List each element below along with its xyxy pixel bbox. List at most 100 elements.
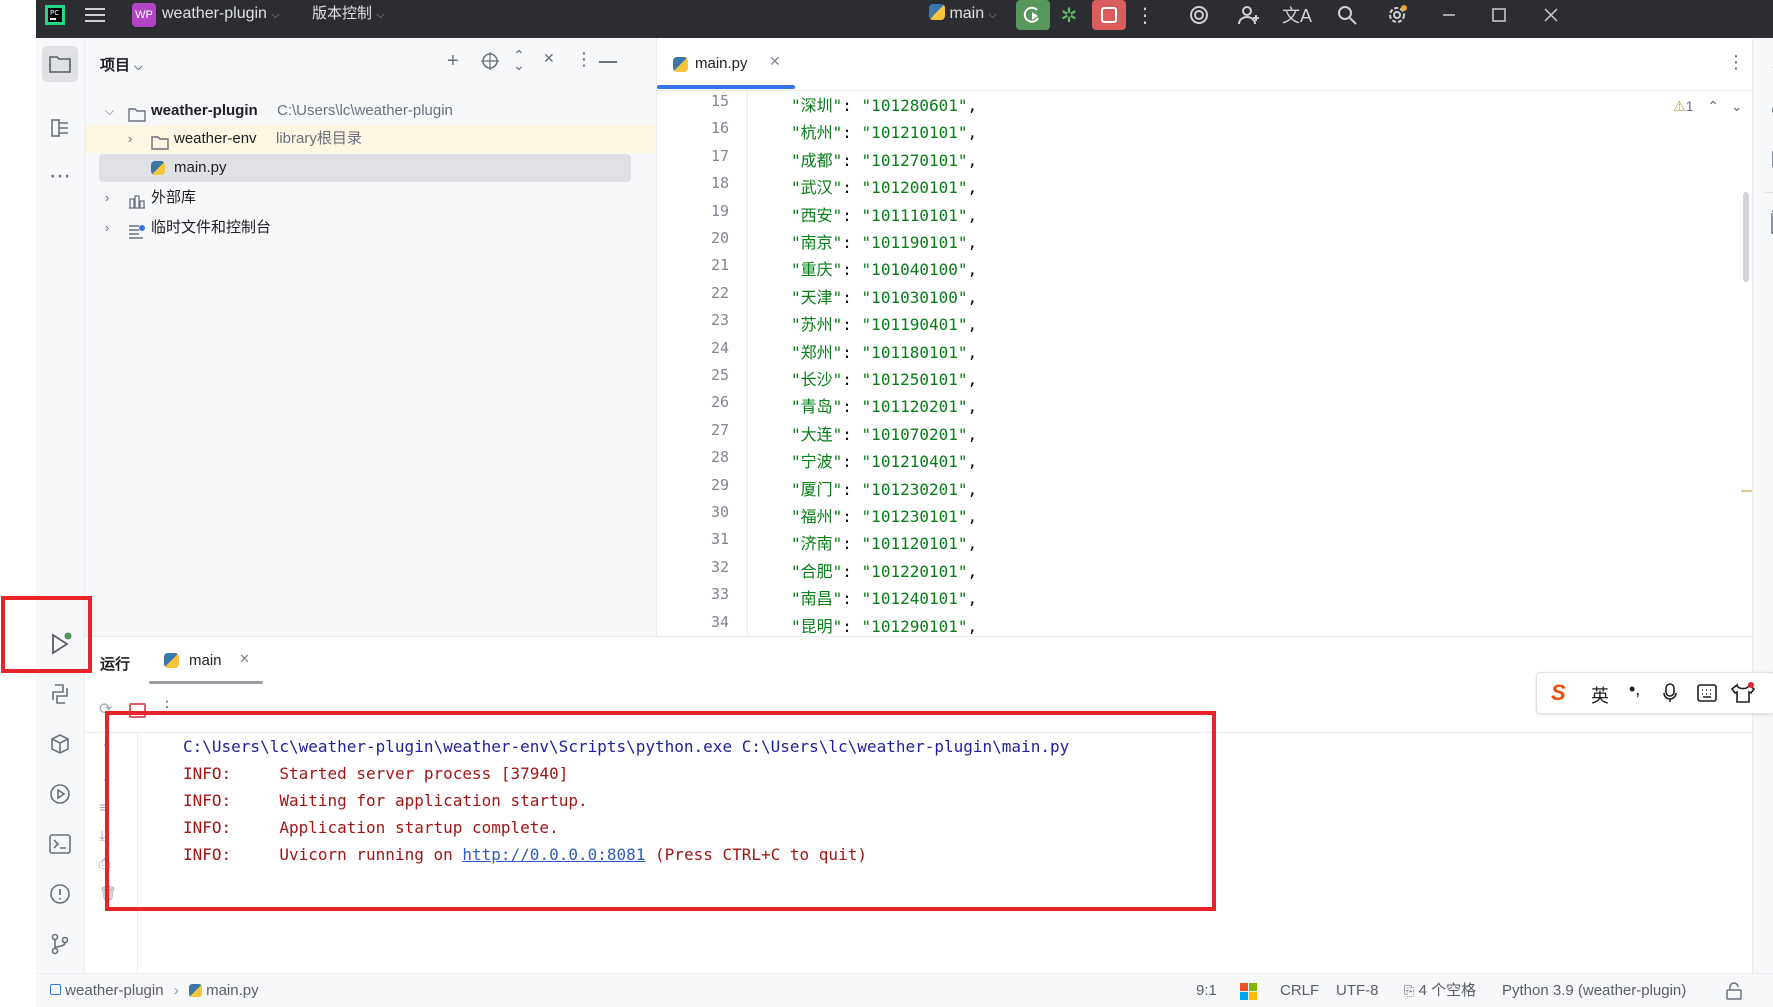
code-line[interactable]: "西安": "101110101", — [791, 202, 977, 226]
python-console-button[interactable] — [42, 676, 78, 712]
tree-row-env[interactable]: › weather-env library根目录 — [85, 125, 691, 153]
line-separator[interactable]: CRLF — [1280, 974, 1319, 1007]
python-interpreter[interactable]: Python 3.9 (weather-plugin) — [1502, 974, 1686, 1007]
colon-punct: : — [842, 397, 862, 417]
ime-language-toggle[interactable]: 英 — [1591, 682, 1609, 708]
ai-assistant-icon[interactable] — [1184, 0, 1214, 30]
indent-setting[interactable]: ⎘ 4 个空格 — [1404, 974, 1476, 1007]
more-tools-icon[interactable]: ⋯ — [42, 158, 78, 194]
code-line[interactable]: "昆明": "101290101", — [791, 613, 977, 636]
services-button[interactable] — [42, 776, 78, 812]
tree-row-scratches[interactable]: › 临时文件和控制台 — [85, 214, 691, 242]
code-line[interactable]: "郑州": "101180101", — [791, 339, 977, 363]
new-file-icon[interactable]: + — [447, 50, 459, 73]
debug-icon[interactable]: ✲ — [1054, 0, 1084, 30]
code-line[interactable]: "合肥": "101220101", — [791, 558, 977, 582]
project-switcher[interactable]: weather-plugin ⌵ — [162, 0, 280, 38]
problems-button[interactable] — [42, 876, 78, 912]
title-bar: PC WP weather-plugin ⌵ 版本控制 ⌵ main ⌵ ✲ ⋮… — [36, 0, 1773, 38]
code-line[interactable]: "武汉": "101200101", — [791, 174, 977, 198]
dict-key: "重庆" — [791, 260, 843, 280]
dict-key: "合肥" — [791, 561, 843, 581]
chevron-right-icon: › — [173, 982, 179, 999]
git-button[interactable] — [42, 926, 78, 962]
add-user-icon[interactable] — [1234, 0, 1264, 30]
line-number: 15 — [710, 92, 729, 110]
search-icon[interactable] — [1332, 0, 1362, 30]
keyboard-icon[interactable] — [1697, 684, 1717, 706]
code-line[interactable]: "福州": "101230101", — [791, 503, 977, 527]
dict-key: "成都" — [791, 150, 843, 170]
chevron-down-icon[interactable]: ⌄ — [1731, 98, 1743, 114]
close-tab-icon[interactable]: ✕ — [239, 651, 250, 667]
code-line[interactable]: "大连": "101070201", — [791, 421, 977, 445]
close-tab-icon[interactable]: ✕ — [769, 53, 781, 70]
dict-value: "101210401" — [861, 452, 968, 472]
code-line[interactable]: "青岛": "101120201", — [791, 393, 977, 417]
project-badge[interactable]: WP — [132, 3, 156, 27]
project-tool-button[interactable] — [42, 46, 78, 82]
expand-all-icon[interactable]: ⌃ ⌄ — [513, 48, 525, 72]
code-line[interactable]: "苏州": "101190401", — [791, 311, 977, 335]
code-line[interactable]: "成都": "101270101", — [791, 147, 977, 171]
tree-row-root[interactable]: ⌵ weather-plugin C:\Users\lc\weather-plu… — [85, 97, 691, 125]
chevron-up-icon[interactable]: ⌃ — [1707, 98, 1719, 114]
problems-icon — [50, 884, 70, 904]
caret-position[interactable]: 9:1 — [1196, 974, 1217, 1007]
more-vertical-icon[interactable]: ⋮ — [575, 49, 593, 70]
code-area[interactable]: 15 "深圳": "101280601", 16 "杭州": "101210101",… — [657, 90, 1753, 636]
editor-panel: main.py ✕ ⋮ 15 "深圳": "101280601", 16 "杭州": … — [656, 38, 1755, 636]
tree-row-main-py[interactable]: main.py — [99, 154, 631, 182]
env-folder-hint: library根目录 — [276, 130, 362, 147]
code-line[interactable]: "长沙": "101250101", — [791, 366, 977, 390]
code-line[interactable]: "南京": "101190101", — [791, 229, 977, 253]
more-vertical-icon[interactable]: ⋮ — [1130, 0, 1160, 30]
main-menu-icon[interactable] — [80, 0, 110, 30]
hide-panel-icon[interactable] — [599, 61, 617, 63]
microphone-icon[interactable] — [1663, 683, 1677, 707]
run-config-selector[interactable]: main ⌵ — [929, 0, 997, 38]
stop-button[interactable] — [1092, 0, 1126, 30]
locate-file-icon[interactable] — [481, 52, 499, 74]
code-line[interactable]: "杭州": "101210101", — [791, 119, 977, 143]
structure-tool-button[interactable] — [42, 110, 78, 146]
tab-run-main[interactable]: main ✕ — [149, 637, 263, 685]
more-vertical-icon[interactable]: ⋮ — [1727, 52, 1745, 73]
lock-icon[interactable] — [1726, 982, 1742, 1004]
collapse-all-icon[interactable]: ✕ — [543, 50, 555, 67]
project-panel-title[interactable]: 项目 ⌵ — [100, 54, 143, 75]
minimize-icon[interactable] — [1434, 0, 1464, 30]
code-line[interactable]: "厦门": "101230201", — [791, 476, 977, 500]
colon-punct: : — [842, 424, 862, 444]
comma-punct: , — [967, 260, 978, 280]
run-panel-title: 运行 — [100, 656, 131, 673]
python-packages-button[interactable] — [42, 726, 78, 762]
skin-shirt-icon[interactable] — [1730, 682, 1756, 708]
close-window-icon[interactable] — [1536, 0, 1566, 30]
maximize-icon[interactable] — [1484, 0, 1514, 30]
code-line[interactable]: "南昌": "101240101", — [791, 585, 977, 609]
breadcrumb-file[interactable]: main.py — [206, 982, 259, 999]
tree-row-external-libs[interactable]: › 外部库 — [85, 184, 691, 212]
rerun-button[interactable] — [1016, 0, 1050, 30]
env-folder-name: weather-env — [174, 130, 257, 147]
punctuation-icon[interactable]: •, — [1629, 679, 1640, 700]
code-line[interactable]: "重庆": "101040100", — [791, 256, 977, 280]
vcs-menu[interactable]: 版本控制 ⌵ — [312, 0, 385, 38]
translate-icon[interactable]: 文A — [1282, 0, 1312, 30]
code-line[interactable]: "天津": "101030100", — [791, 284, 977, 308]
pycharm-logo-icon[interactable]: PC — [40, 0, 70, 30]
settings-gear-icon[interactable] — [1382, 0, 1412, 30]
file-encoding[interactable]: UTF-8 — [1336, 974, 1379, 1007]
breadcrumb-project[interactable]: weather-plugin — [65, 982, 163, 999]
tab-main-py[interactable]: main.py ✕ — [657, 38, 795, 90]
dict-key: "大连" — [791, 424, 843, 444]
line-number: 24 — [710, 338, 729, 357]
editor-scrollbar[interactable] — [1743, 192, 1749, 282]
code-line[interactable]: "宁波": "101210401", — [791, 448, 977, 472]
code-line[interactable]: "深圳": "101280601", — [791, 92, 977, 116]
inspection-widget[interactable]: ⚠1 ⌃ ⌄ — [1673, 98, 1743, 115]
sogou-logo-icon[interactable]: S — [1551, 680, 1566, 706]
code-line[interactable]: "济南": "101120101", — [791, 530, 977, 554]
terminal-button[interactable] — [42, 826, 78, 862]
